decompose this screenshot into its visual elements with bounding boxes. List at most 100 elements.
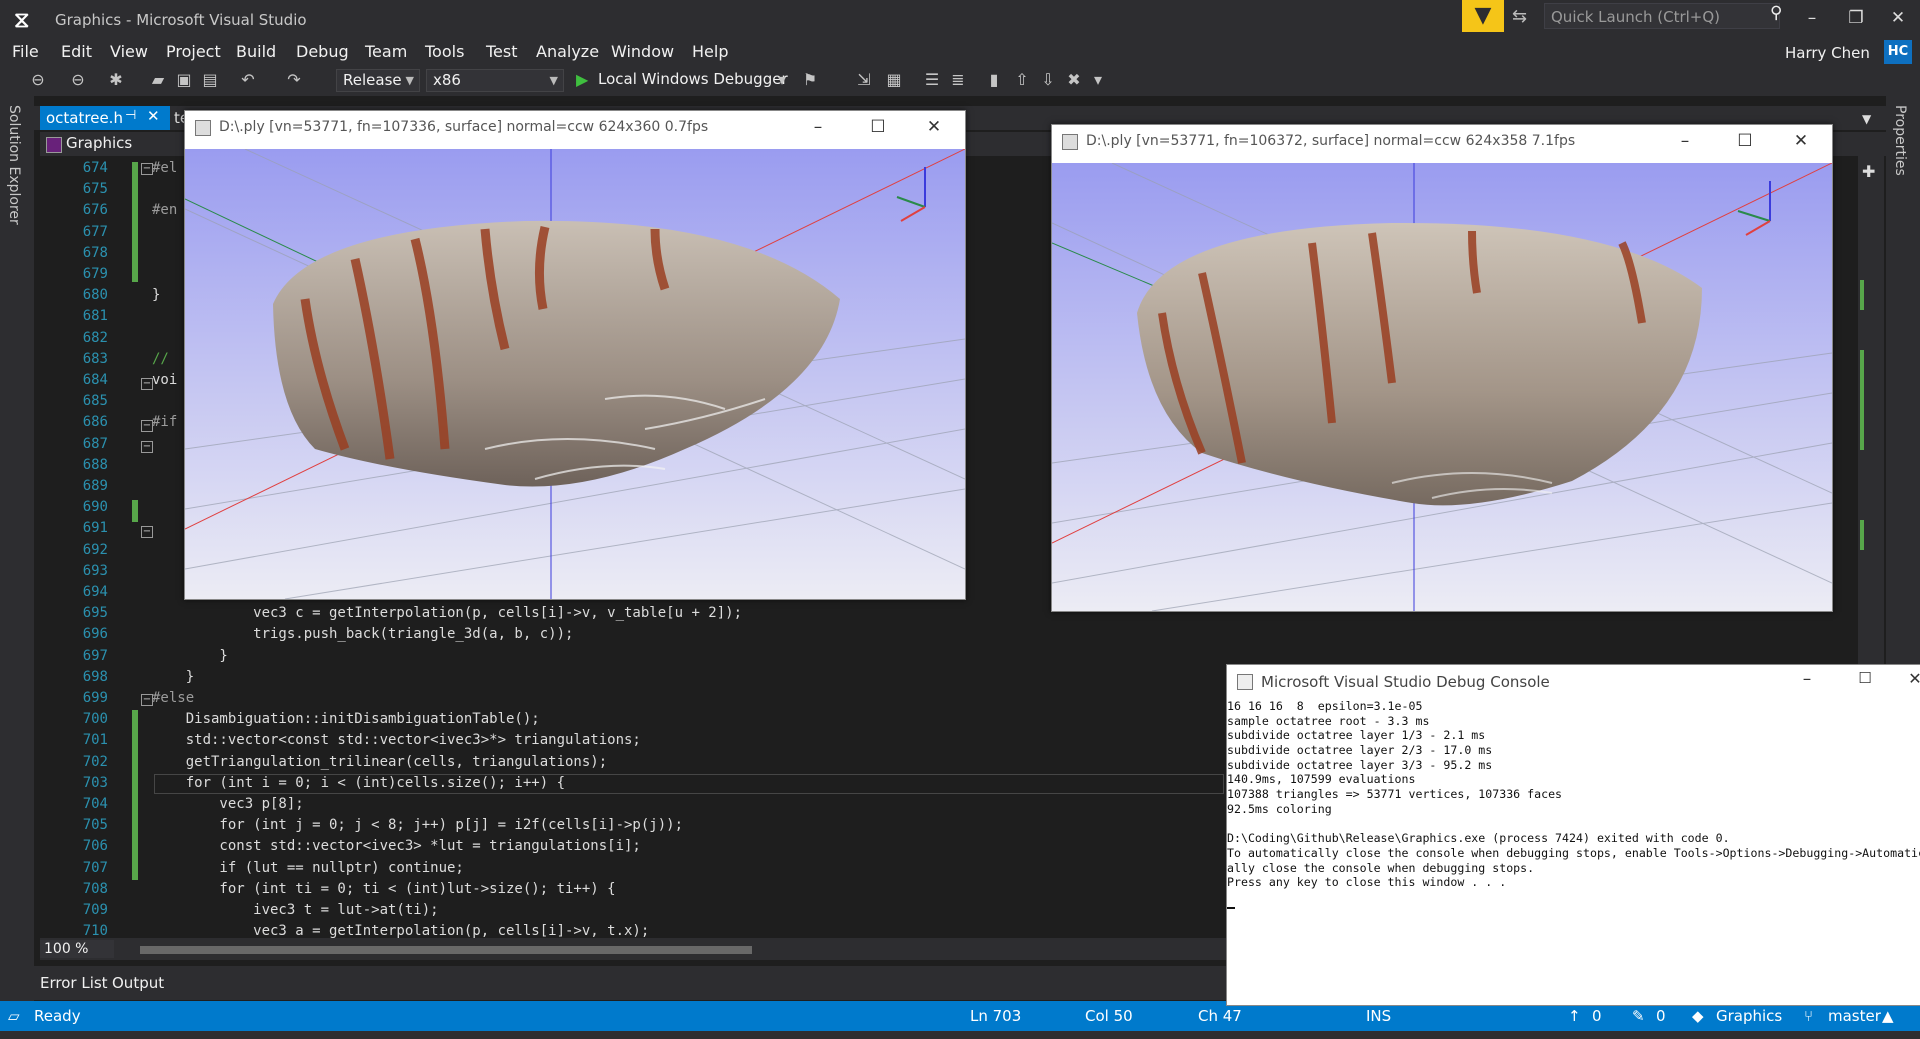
properties-tab[interactable]: Properties	[1892, 105, 1908, 176]
debug-console-window[interactable]: Microsoft Visual Studio Debug Console – …	[1226, 664, 1920, 1006]
platform-select[interactable]: x86 ▼	[426, 69, 564, 92]
console-output[interactable]: 16 16 16 8 epsilon=3.1e-05 sample octatre…	[1227, 699, 1920, 999]
redo-icon[interactable]: ↷	[284, 70, 304, 90]
viewer-window-1[interactable]: D:\.ply [vn=53771, fn=107336, surface] n…	[184, 110, 966, 600]
comment-icon[interactable]: ≣	[948, 70, 968, 90]
code-line[interactable]: if (lut == nullptr) continue;	[152, 860, 463, 876]
code-line[interactable]: for (int ti = 0; ti < (int)lut->size(); …	[152, 881, 615, 897]
toolbar-options-icon[interactable]: ▾	[1088, 70, 1108, 90]
code-line[interactable]: ivec3 t = lut->at(ti);	[152, 902, 438, 918]
indent-icon[interactable]: ☰	[922, 70, 942, 90]
close-button[interactable]: ✕	[1903, 669, 1920, 693]
user-name[interactable]: Harry Chen	[1785, 44, 1870, 62]
menu-project[interactable]: Project	[166, 42, 221, 61]
step-icon[interactable]: ⇲	[854, 70, 874, 90]
code-line[interactable]: #en	[152, 202, 177, 218]
code-line[interactable]: Disambiguation::initDisambiguationTable(…	[152, 711, 540, 727]
undo-icon[interactable]: ↶	[238, 70, 258, 90]
new-project-icon[interactable]: ✱	[106, 70, 126, 90]
bookmark-icon[interactable]: ▮	[984, 70, 1004, 90]
minimize-button[interactable]: –	[795, 115, 841, 139]
menu-file[interactable]: File	[12, 42, 39, 61]
search-icon[interactable]: ⚲	[1770, 3, 1782, 23]
maximize-button[interactable]: ☐	[1847, 669, 1883, 693]
code-line[interactable]: const std::vector<ivec3> *lut = triangul…	[152, 838, 640, 854]
menu-analyze[interactable]: Analyze	[536, 42, 599, 61]
viewer-window-2[interactable]: D:\.ply [vn=53771, fn=106372, surface] n…	[1051, 124, 1833, 612]
code-line[interactable]: }	[152, 648, 227, 664]
close-icon[interactable]: ✕	[147, 107, 160, 125]
code-line[interactable]: for (int j = 0; j < 8; j++) p[j] = i2f(c…	[152, 817, 683, 833]
pin-icon[interactable]: ⊣	[125, 108, 136, 123]
feedback-filter-icon[interactable]: ▼	[1462, 0, 1504, 32]
tab-error-list[interactable]: Error List	[40, 974, 108, 992]
start-debugger-button[interactable]: Local Windows Debugger	[598, 70, 788, 88]
code-line[interactable]: std::vector<const std::vector<ivec3>*> t…	[152, 732, 641, 748]
code-line[interactable]: vec3 p[8];	[152, 796, 303, 812]
chevron-down-icon[interactable]: ▼	[1862, 112, 1871, 126]
fold-toggle-icon[interactable]: −	[141, 694, 153, 706]
solution-explorer-tab[interactable]: Solution Explorer	[6, 105, 22, 225]
forward-icon[interactable]: ⊖	[68, 70, 88, 90]
code-line[interactable]: #if	[152, 414, 177, 430]
open-folder-icon[interactable]: ▰	[148, 70, 168, 90]
code-line[interactable]: }	[152, 287, 160, 303]
code-line[interactable]: voi	[152, 372, 177, 388]
menu-debug[interactable]: Debug	[296, 42, 349, 61]
next-bookmark-icon[interactable]: ⇩	[1038, 70, 1058, 90]
menu-edit[interactable]: Edit	[61, 42, 92, 61]
menu-build[interactable]: Build	[236, 42, 276, 61]
fold-toggle-icon[interactable]: −	[141, 163, 153, 175]
repo-icon[interactable]: ◆	[1692, 1007, 1704, 1025]
maximize-button[interactable]: ☐	[1722, 129, 1768, 153]
menu-view[interactable]: View	[110, 42, 148, 61]
close-button[interactable]: ✕	[911, 115, 957, 139]
tab-output[interactable]: Output	[112, 974, 164, 992]
code-line[interactable]: trigs.push_back(triangle_3d(a, b, c));	[152, 626, 573, 642]
minimize-button[interactable]: –	[1789, 669, 1825, 693]
quick-launch-input[interactable]: Quick Launch (Ctrl+Q)	[1544, 3, 1780, 29]
render-viewport[interactable]	[1052, 163, 1832, 611]
push-count[interactable]: 0	[1592, 1007, 1602, 1025]
menu-team[interactable]: Team	[365, 42, 407, 61]
repo-name[interactable]: Graphics	[1716, 1007, 1782, 1025]
play-icon[interactable]: ▶	[576, 70, 588, 89]
minimize-button[interactable]: –	[1790, 4, 1834, 32]
maximize-button[interactable]: ☐	[855, 115, 901, 139]
scroll-thumb[interactable]	[140, 946, 752, 954]
menu-help[interactable]: Help	[692, 42, 728, 61]
render-viewport[interactable]	[185, 149, 965, 599]
clear-bookmarks-icon[interactable]: ✖	[1064, 70, 1084, 90]
arrow-up-icon[interactable]: ↑	[1568, 1007, 1581, 1025]
layout-icon[interactable]: ▦	[884, 70, 904, 90]
code-line[interactable]: getTriangulation_trilinear(cells, triang…	[152, 754, 607, 770]
changes-count[interactable]: 0	[1656, 1007, 1666, 1025]
pencil-icon[interactable]: ✎	[1632, 1007, 1645, 1025]
project-scope-select[interactable]: Graphics	[66, 134, 132, 152]
dropdown-arrow-icon[interactable]: ▾	[772, 70, 792, 90]
prev-bookmark-icon[interactable]: ⇧	[1012, 70, 1032, 90]
avatar[interactable]: HC	[1884, 40, 1912, 64]
fold-toggle-icon[interactable]: −	[141, 420, 153, 432]
live-share-icon[interactable]: ⇆	[1512, 6, 1536, 28]
restore-button[interactable]: ❐	[1834, 4, 1878, 32]
attach-process-icon[interactable]: ⚑	[800, 70, 820, 90]
save-all-icon[interactable]: ▤	[200, 70, 220, 90]
back-icon[interactable]: ⊖	[28, 70, 48, 90]
fold-toggle-icon[interactable]: −	[141, 441, 153, 453]
configuration-select[interactable]: Release ▼	[336, 69, 420, 92]
code-line[interactable]: vec3 c = getInterpolation(p, cells[i]->v…	[152, 605, 742, 621]
minimize-button[interactable]: –	[1662, 129, 1708, 153]
fold-toggle-icon[interactable]: −	[141, 378, 153, 390]
branch-name[interactable]: master	[1828, 1007, 1881, 1025]
menu-window[interactable]: Window	[611, 42, 674, 61]
menu-tools[interactable]: Tools	[425, 42, 464, 61]
fold-toggle-icon[interactable]: −	[141, 526, 153, 538]
chevron-up-icon[interactable]: ▲	[1882, 1007, 1894, 1025]
code-line[interactable]: }	[152, 669, 194, 685]
save-icon[interactable]: ▣	[174, 70, 194, 90]
close-button[interactable]: ✕	[1778, 129, 1824, 153]
close-button[interactable]: ✕	[1876, 4, 1920, 32]
code-line[interactable]: #else	[152, 690, 194, 706]
zoom-select[interactable]: 100 %	[40, 940, 114, 958]
